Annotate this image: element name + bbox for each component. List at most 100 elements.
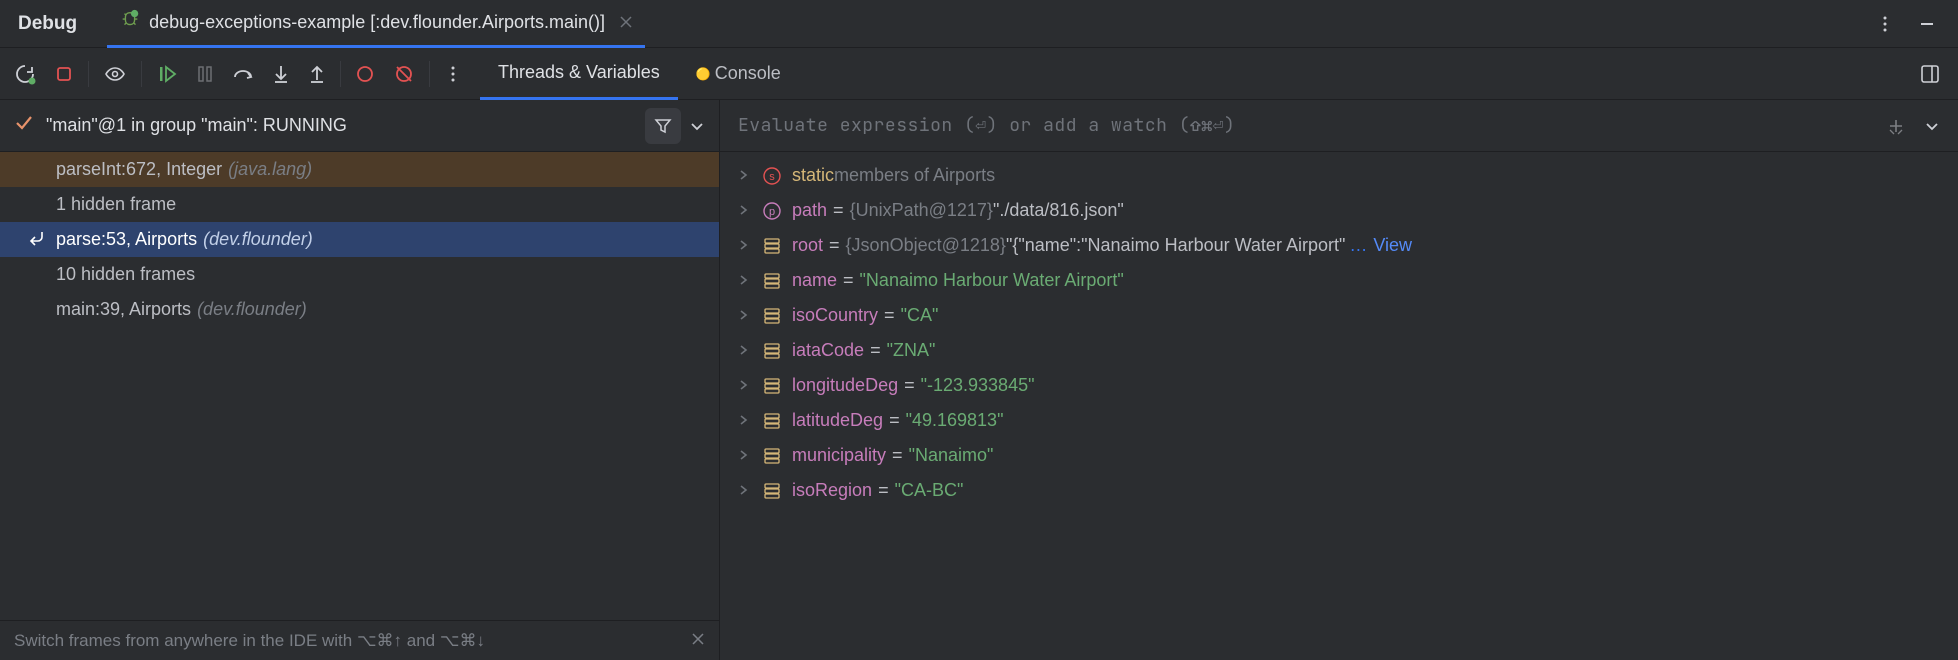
debug-toolbar: Threads & Variables 🟡 Console — [0, 48, 1958, 100]
show-execution-icon[interactable] — [103, 64, 127, 84]
debug-title: Debug — [18, 13, 77, 35]
variable-row[interactable]: iataCode = "ZNA" — [720, 333, 1958, 368]
tab-label: debug-exceptions-example [:dev.flounder.… — [149, 12, 605, 33]
variable-name: isoCountry — [792, 305, 878, 326]
minimize-icon[interactable] — [1918, 15, 1936, 33]
variable-value: "Nanaimo Harbour Water Airport" — [860, 270, 1124, 291]
variable-row[interactable]: ppath = {UnixPath@1217} "./data/816.json… — [720, 193, 1958, 228]
step-over-icon[interactable] — [232, 65, 254, 83]
tab-console[interactable]: 🟡 Console — [678, 48, 799, 100]
variable-kind-icon — [762, 483, 782, 499]
rerun-icon[interactable] — [14, 63, 36, 85]
frame-location: (java.lang) — [228, 159, 312, 180]
frame-row[interactable]: 10 hidden frames — [0, 257, 719, 292]
expand-icon[interactable] — [738, 305, 752, 326]
frame-text: 1 hidden frame — [56, 194, 176, 215]
check-icon — [14, 113, 34, 138]
variable-kind-icon: s — [762, 167, 782, 185]
variable-kind-icon — [762, 413, 782, 429]
expand-icon[interactable] — [738, 410, 752, 431]
frame-text: parse:53, Airports — [56, 229, 197, 250]
window-controls — [1876, 15, 1958, 33]
close-hint-icon[interactable] — [691, 631, 705, 651]
variable-row[interactable]: longitudeDeg = "-123.933845" — [720, 368, 1958, 403]
step-out-icon[interactable] — [308, 64, 326, 84]
variable-kind-icon — [762, 378, 782, 394]
thread-status[interactable]: "main"@1 in group "main": RUNNING — [46, 115, 645, 136]
variable-name: iataCode — [792, 340, 864, 361]
variable-value: "CA-BC" — [895, 480, 964, 501]
expand-icon[interactable] — [738, 200, 752, 221]
variable-value: "./data/816.json" — [993, 200, 1124, 221]
pause-icon[interactable] — [196, 65, 214, 83]
variable-value: "CA" — [901, 305, 939, 326]
expand-icon[interactable] — [738, 235, 752, 256]
frame-text: 10 hidden frames — [56, 264, 195, 285]
frame-row[interactable]: parseInt:672, Integer(java.lang) — [0, 152, 719, 187]
thread-header: "main"@1 in group "main": RUNNING — [0, 100, 719, 152]
frame-location: (dev.flounder) — [197, 299, 307, 320]
stop-icon[interactable] — [54, 64, 74, 84]
variable-name: isoRegion — [792, 480, 872, 501]
variable-row[interactable]: isoRegion = "CA-BC" — [720, 473, 1958, 508]
filter-button[interactable] — [645, 108, 681, 144]
view-breakpoints-icon[interactable] — [355, 64, 375, 84]
return-icon — [28, 228, 46, 251]
ellipsis-link[interactable]: … — [1349, 235, 1367, 256]
frame-row[interactable]: main:39, Airports(dev.flounder) — [0, 292, 719, 327]
evaluate-input[interactable]: Evaluate expression (⏎) or add a watch (… — [738, 114, 1886, 137]
view-link[interactable]: View — [1373, 235, 1412, 256]
more-icon[interactable] — [1876, 15, 1894, 33]
variable-value: members of Airports — [834, 165, 995, 186]
chevron-down-icon[interactable] — [1924, 118, 1940, 134]
frames-panel: "main"@1 in group "main": RUNNING parseI… — [0, 100, 720, 660]
variable-name: root — [792, 235, 823, 256]
variable-value: "Nanaimo" — [909, 445, 994, 466]
top-bar: Debug debug-exceptions-example [:dev.flo… — [0, 0, 1958, 48]
variable-row[interactable]: root = {JsonObject@1218} "{"name":"Nanai… — [720, 228, 1958, 263]
expand-icon[interactable] — [738, 375, 752, 396]
frame-row[interactable]: parse:53, Airports (dev.flounder) — [0, 222, 719, 257]
expand-icon[interactable] — [738, 270, 752, 291]
variable-name: name — [792, 270, 837, 291]
more-actions-icon[interactable] — [444, 65, 462, 83]
tab-threads-variables[interactable]: Threads & Variables — [480, 48, 678, 100]
variable-kind-icon: p — [762, 202, 782, 220]
svg-text:p: p — [769, 206, 775, 218]
resume-icon[interactable] — [156, 63, 178, 85]
variable-name: path — [792, 200, 827, 221]
add-watch-icon[interactable] — [1886, 116, 1906, 136]
variable-row[interactable]: name = "Nanaimo Harbour Water Airport" — [720, 263, 1958, 298]
expand-icon[interactable] — [738, 165, 752, 186]
close-icon[interactable] — [619, 15, 633, 29]
expand-icon[interactable] — [738, 480, 752, 501]
chevron-down-icon[interactable] — [689, 118, 705, 134]
variable-value: "{"name":"Nanaimo Harbour Water Airport" — [1006, 235, 1345, 256]
variable-row[interactable]: municipality = "Nanaimo" — [720, 438, 1958, 473]
variable-row[interactable]: sstatic members of Airports — [720, 158, 1958, 193]
expand-icon[interactable] — [738, 340, 752, 361]
variable-kind-icon — [762, 238, 782, 254]
variable-name: latitudeDeg — [792, 410, 883, 431]
variable-row[interactable]: isoCountry = "CA" — [720, 298, 1958, 333]
frame-row[interactable]: 1 hidden frame — [0, 187, 719, 222]
variable-name: longitudeDeg — [792, 375, 898, 396]
variable-kind-icon — [762, 273, 782, 289]
variable-type: {JsonObject@1218} — [846, 235, 1006, 256]
hint-text: Switch frames from anywhere in the IDE w… — [14, 631, 485, 651]
variable-value: "-123.933845" — [921, 375, 1035, 396]
run-config-tab[interactable]: debug-exceptions-example [:dev.flounder.… — [107, 0, 645, 48]
variable-name: static — [792, 165, 834, 186]
variables-list: sstatic members of Airportsppath = {Unix… — [720, 152, 1958, 660]
variable-kind-icon — [762, 343, 782, 359]
variable-row[interactable]: latitudeDeg = "49.169813" — [720, 403, 1958, 438]
hint-bar: Switch frames from anywhere in the IDE w… — [0, 620, 719, 660]
step-into-icon[interactable] — [272, 64, 290, 84]
variable-value: "49.169813" — [906, 410, 1004, 431]
expand-icon[interactable] — [738, 445, 752, 466]
variables-panel: Evaluate expression (⏎) or add a watch (… — [720, 100, 1958, 660]
variables-header: Evaluate expression (⏎) or add a watch (… — [720, 100, 1958, 152]
mute-breakpoints-icon[interactable] — [393, 63, 415, 85]
layout-settings-icon[interactable] — [1920, 64, 1940, 84]
frame-location: (dev.flounder) — [203, 229, 313, 250]
